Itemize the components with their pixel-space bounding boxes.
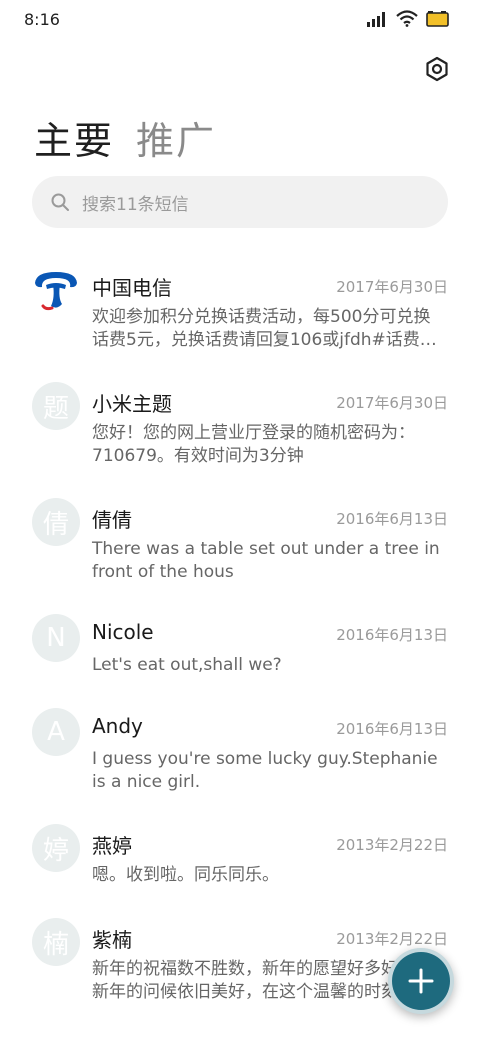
conversation-name: 倩倩 [92, 508, 132, 532]
conversation-name: 燕婷 [92, 834, 132, 858]
conversation-item[interactable]: A Andy 2016年6月13日 I guess you're some lu… [0, 704, 480, 820]
conversation-date: 2013年2月22日 [336, 836, 448, 854]
conversation-item[interactable]: N Nicole 2016年6月13日 Let's eat out,shall … [0, 610, 480, 704]
plus-icon [408, 968, 434, 994]
avatar: N [32, 614, 80, 662]
settings-icon[interactable] [424, 56, 450, 82]
conversation-item[interactable]: 题 小米主题 2017年6月30日 您好！您的网上营业厅登录的随机密码为： 71… [0, 378, 480, 494]
search-placeholder: 搜索11条短信 [82, 194, 189, 215]
conversation-date: 2016年6月13日 [336, 510, 448, 528]
conversation-item[interactable]: 中国电信 2017年6月30日 欢迎参加积分兑换话费活动，每500分可兑换 话费… [0, 262, 480, 378]
conversation-name: 小米主题 [92, 392, 172, 416]
conversation-snippet: There was a table set out under a tree i… [92, 539, 440, 582]
conversation-snippet: 您好！您的网上营业厅登录的随机密码为： 710679。有效时间为3分钟 [92, 423, 415, 466]
status-icons [366, 10, 450, 27]
conversation-name: Nicole [92, 620, 154, 644]
conversation-item[interactable]: 倩 倩倩 2016年6月13日 There was a table set ou… [0, 494, 480, 610]
status-time: 8:16 [24, 10, 60, 29]
china-telecom-logo-icon [32, 266, 80, 314]
tab-promotions[interactable]: 推广 [136, 110, 216, 165]
search-icon [51, 193, 69, 211]
conversation-item[interactable]: 婷 燕婷 2013年2月22日 嗯。收到啦。同乐同乐。 [0, 820, 480, 914]
tab-bar: 主要 推广 [34, 110, 216, 165]
avatar: 婷 [32, 824, 80, 872]
conversation-date: 2016年6月13日 [336, 626, 448, 644]
conversation-name: 紫楠 [92, 928, 132, 952]
avatar: 楠 [32, 918, 80, 966]
status-bar: 8:16 [0, 0, 480, 44]
conversation-snippet: 欢迎参加积分兑换话费活动，每500分可兑换 话费5元，兑换话费请回复106或jf… [92, 307, 437, 350]
tab-primary[interactable]: 主要 [34, 110, 114, 165]
avatar: 题 [32, 382, 80, 430]
conversation-date: 2017年6月30日 [336, 278, 448, 296]
signal-icon [367, 11, 385, 27]
conversation-snippet: 嗯。收到啦。同乐同乐。 [92, 865, 279, 885]
conversation-name: 中国电信 [92, 276, 172, 300]
conversation-name: Andy [92, 714, 143, 738]
avatar: A [32, 708, 80, 756]
search-bar[interactable]: 搜索11条短信 [32, 176, 448, 228]
avatar: 倩 [32, 498, 80, 546]
wifi-icon [396, 10, 418, 27]
conversation-date: 2013年2月22日 [336, 930, 448, 948]
conversation-date: 2016年6月13日 [336, 720, 448, 738]
new-message-button[interactable] [388, 948, 454, 1014]
conversation-snippet: Let's eat out,shall we? [92, 655, 282, 675]
conversation-snippet: I guess you're some lucky guy.Stephanie … [92, 749, 438, 792]
conversation-list: 中国电信 2017年6月30日 欢迎参加积分兑换话费活动，每500分可兑换 话费… [0, 262, 480, 1030]
battery-icon [426, 10, 449, 27]
conversation-date: 2017年6月30日 [336, 394, 448, 412]
